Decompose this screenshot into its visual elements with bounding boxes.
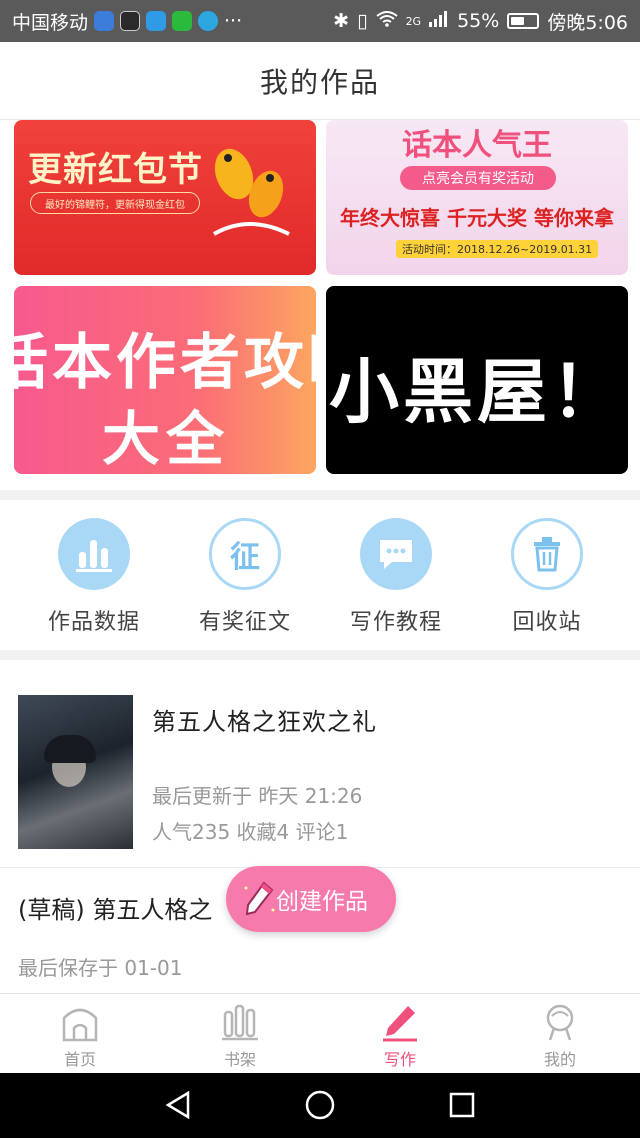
vibrate-icon: ▯ (357, 10, 368, 32)
system-nav-bar (0, 1073, 640, 1138)
wifi-icon (375, 10, 398, 32)
pen-icon (244, 881, 275, 916)
work-title: 第五人格之狂欢之礼 (152, 708, 377, 736)
work-stats: 人气235 收藏4 评论1 (152, 820, 349, 844)
browser-notification-icon (146, 11, 167, 31)
back-button[interactable] (158, 1085, 198, 1125)
banner-grid: 更新红包节 最好的锦鲤符，更新得现金红包 话本人气王 点亮会员有奖活动 年终大惊… (0, 120, 640, 490)
profile-icon (546, 1004, 574, 1041)
quick-entry-label: 回收站 (512, 610, 582, 635)
lock-notification-icon (94, 11, 115, 31)
banner-author-guide[interactable]: 话本作者攻略 大全 (14, 286, 316, 474)
banner-line: 年终大惊喜 千元大奖 等你来拿 (340, 206, 614, 230)
status-bar: 中国移动 ··· ✱ ▯ 2G 55% 傍晚5:06 (0, 0, 640, 42)
work-item[interactable]: 第五人格之狂欢之礼 最后更新于 昨天 21:26 人气235 收藏4 评论1 (0, 660, 640, 868)
koi-fish-icon (213, 148, 290, 236)
tab-profile[interactable]: 我的 (480, 994, 640, 1074)
bluetooth-icon: ✱ (333, 10, 350, 32)
trash-icon (511, 518, 583, 590)
tab-bookshelf[interactable]: 书架 (160, 994, 320, 1074)
works-list: 第五人格之狂欢之礼 最后更新于 昨天 21:26 人气235 收藏4 评论1 (… (0, 660, 640, 993)
home-circle-icon (305, 1090, 335, 1120)
tab-label: 我的 (543, 1050, 576, 1069)
quick-entry-contest[interactable]: 征 有奖征文 (170, 518, 320, 638)
telegram-notification-icon (198, 11, 219, 31)
pen-icon (383, 1006, 417, 1042)
bottom-tab-bar: 首页 书架 写作 我的 (0, 993, 640, 1073)
signal-icon (429, 10, 449, 32)
work-updated: 最后更新于 昨天 21:26 (152, 784, 363, 808)
banner-red-envelope[interactable]: 更新红包节 最好的锦鲤符，更新得现金红包 (14, 120, 316, 275)
carrier-label: 中国移动 (12, 11, 89, 34)
network-type: 2G (405, 14, 422, 28)
banner-popularity-king[interactable]: 话本人气王 点亮会员有奖活动 年终大惊喜 千元大奖 等你来拿 活动时间：2018… (326, 120, 628, 275)
recents-button[interactable] (442, 1085, 482, 1125)
quick-entry-label: 作品数据 (47, 610, 140, 635)
work-cover-image (18, 695, 133, 849)
clock: 傍晚5:06 (547, 11, 628, 34)
bar-chart-icon (58, 518, 130, 590)
banner-title: 更新红包节 (28, 150, 203, 190)
create-work-button[interactable]: 创建作品 (226, 866, 396, 932)
tab-write[interactable]: 写作 (320, 994, 480, 1074)
recents-square-icon (449, 1092, 475, 1118)
banner-black-room[interactable]: 小黑屋！ (326, 286, 628, 474)
tab-label: 首页 (63, 1050, 96, 1069)
battery-percent: 55% (457, 10, 500, 32)
banner-line1: 话本作者攻略 (14, 328, 316, 398)
page-title: 我的作品 (259, 65, 380, 99)
contest-glyph: 征 (230, 540, 260, 575)
more-notifications: ··· (224, 10, 243, 32)
quick-entry-work-data[interactable]: 作品数据 (19, 518, 169, 638)
banner-title: 话本人气王 (402, 128, 552, 163)
battery-icon (507, 13, 540, 29)
home-icon (62, 1008, 98, 1042)
app-header: 我的作品 (0, 42, 640, 120)
draft-title: (草稿) 第五人格之 (18, 896, 213, 924)
banner-date: 活动时间：2018.12.26~2019.01.31 (396, 240, 599, 258)
tab-label: 写作 (383, 1050, 416, 1069)
quick-entry-recycle-bin[interactable]: 回收站 (472, 518, 622, 638)
banner-title: 小黑屋！ (329, 351, 625, 433)
quick-entry-tutorial[interactable]: 写作教程 (321, 518, 471, 638)
draft-saved: 最后保存于 01-01 (18, 956, 183, 980)
chat-bubble-icon (360, 518, 432, 590)
quick-entries: 作品数据 征 有奖征文 写作教程 回收站 (0, 500, 640, 650)
app-notification-icon (120, 11, 141, 31)
banner-pill: 点亮会员有奖活动 (400, 166, 556, 190)
banner-subtitle: 最好的锦鲤符，更新得现金红包 (30, 192, 200, 214)
tab-label: 书架 (223, 1050, 256, 1069)
create-work-label: 创建作品 (276, 889, 368, 915)
contest-icon: 征 (209, 518, 281, 590)
iqiyi-notification-icon (172, 11, 193, 31)
banner-line2: 大全 (102, 405, 231, 473)
back-triangle-icon (165, 1090, 190, 1120)
quick-entry-label: 写作教程 (349, 610, 442, 635)
quick-entry-label: 有奖征文 (198, 610, 291, 635)
home-button[interactable] (300, 1085, 340, 1125)
tab-home[interactable]: 首页 (0, 994, 160, 1074)
bookshelf-icon (222, 1004, 258, 1041)
